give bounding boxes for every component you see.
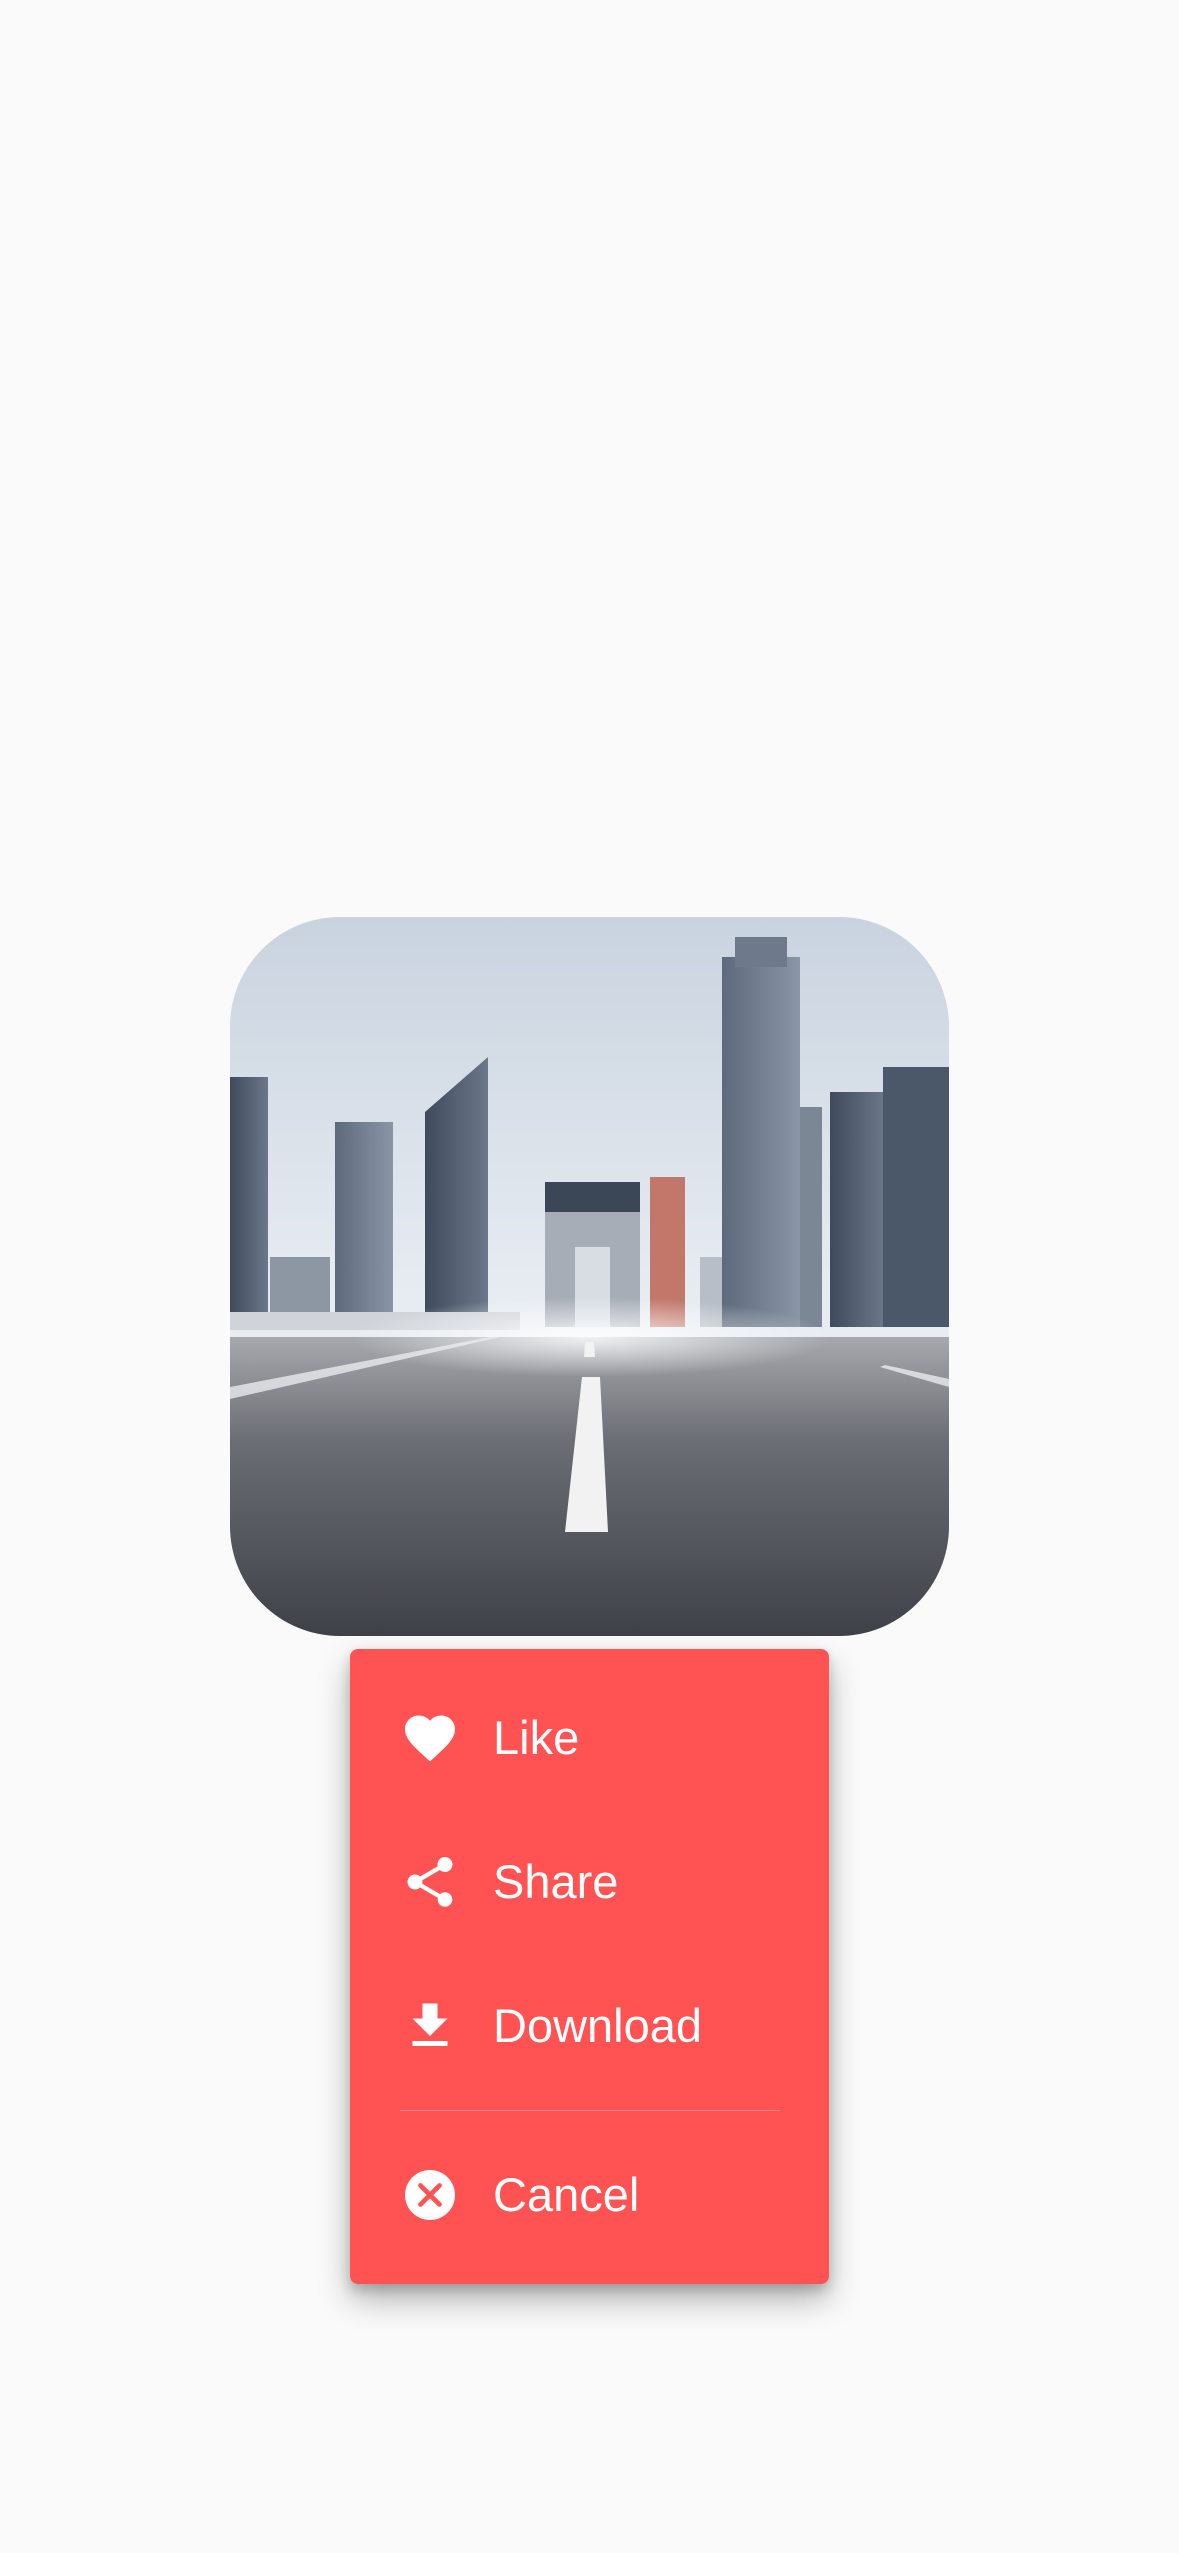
download-icon <box>400 1996 460 2056</box>
close-circle-icon <box>400 2165 460 2225</box>
menu-item-label: Like <box>493 1711 580 1764</box>
menu-item-cancel[interactable]: Cancel <box>350 2130 829 2260</box>
menu-item-share[interactable]: Share <box>350 1817 829 1947</box>
skyline-photo <box>230 917 949 1636</box>
menu-item-label: Cancel <box>493 2168 640 2221</box>
menu-item-label: Download <box>493 1999 703 2052</box>
menu-divider <box>400 2110 780 2111</box>
menu-item-like[interactable]: Like <box>350 1673 829 1803</box>
preview-image <box>230 917 949 1636</box>
menu-item-download[interactable]: Download <box>350 1961 829 2091</box>
screen: Like Share Download Cancel <box>0 0 1179 2553</box>
share-icon <box>400 1852 460 1912</box>
heart-icon <box>400 1708 460 1768</box>
menu-item-label: Share <box>493 1855 619 1908</box>
